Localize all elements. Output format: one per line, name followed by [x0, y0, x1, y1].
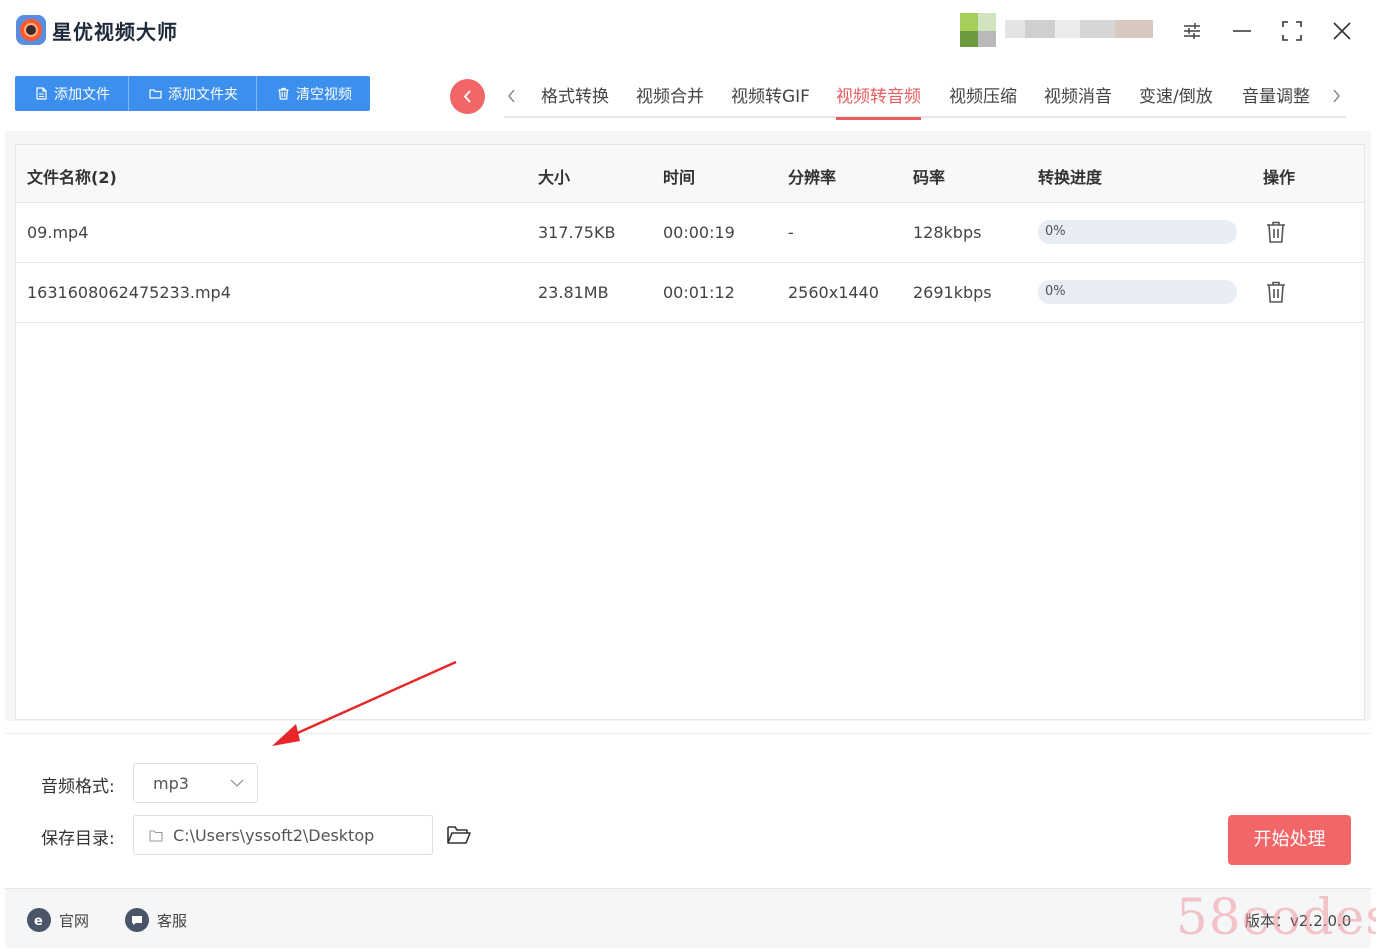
- tab-speed-reverse[interactable]: 变速/倒放: [1139, 82, 1213, 118]
- tab-video-compress[interactable]: 视频压缩: [949, 82, 1017, 118]
- progress-bar: 0%: [1038, 280, 1237, 304]
- cell-duration: 00:01:12: [663, 283, 735, 302]
- header-bitrate: 码率: [913, 168, 946, 187]
- start-processing-button[interactable]: 开始处理: [1228, 815, 1351, 865]
- header-time: 时间: [663, 168, 696, 187]
- tab-video-merge[interactable]: 视频合并: [636, 82, 704, 118]
- tabs-scroll-right[interactable]: [1332, 84, 1346, 108]
- header-filename: 文件名称(2): [27, 168, 117, 187]
- svg-text:e: e: [34, 914, 43, 929]
- cell-bitrate: 2691kbps: [913, 283, 992, 302]
- ie-browser-icon: e: [27, 908, 51, 932]
- cell-size: 23.81MB: [538, 283, 609, 302]
- audio-format-value: mp3: [153, 774, 189, 793]
- website-link[interactable]: e 官网: [27, 906, 89, 934]
- tabs-scroll-left[interactable]: [506, 84, 520, 108]
- settings-sliders-icon[interactable]: [1175, 14, 1209, 48]
- tab-volume-adjust[interactable]: 音量调整: [1242, 82, 1310, 118]
- folder-icon: [149, 89, 162, 99]
- tab-video-to-gif[interactable]: 视频转GIF: [731, 82, 810, 118]
- audio-format-label: 音频格式:: [41, 777, 115, 797]
- table-header: 文件名称(2) 大小 时间 分辨率 码率 转换进度 操作: [16, 145, 1364, 203]
- header-progress: 转换进度: [1038, 168, 1103, 187]
- save-dir-label: 保存目录:: [41, 829, 115, 849]
- progress-text: 0%: [1045, 284, 1066, 299]
- cell-resolution: 2560x1440: [788, 283, 879, 302]
- chevron-left-icon: [463, 90, 471, 103]
- website-label: 官网: [59, 911, 90, 930]
- cell-bitrate: 128kbps: [913, 223, 982, 242]
- delete-icon[interactable]: [1264, 220, 1288, 244]
- app-logo-icon: [16, 15, 46, 45]
- cell-size: 317.75KB: [538, 223, 616, 242]
- add-file-label: 添加文件: [54, 86, 110, 103]
- add-file-button[interactable]: 添加文件: [15, 76, 129, 111]
- progress-text: 0%: [1045, 224, 1066, 239]
- trash-icon: [278, 87, 289, 100]
- chevron-down-icon: [230, 779, 244, 787]
- delete-icon[interactable]: [1264, 280, 1288, 304]
- file-toolbar: 添加文件 添加文件夹 清空视频: [15, 76, 370, 111]
- header-resolution: 分辨率: [788, 168, 837, 187]
- table-row[interactable]: 09.mp4 317.75KB 00:00:19 - 128kbps 0%: [16, 203, 1364, 263]
- header-actions: 操作: [1263, 168, 1296, 187]
- open-folder-icon[interactable]: [446, 823, 472, 847]
- footer-bar: [5, 888, 1371, 948]
- title-bar: 星优视频大师: [0, 0, 1376, 62]
- add-folder-label: 添加文件夹: [168, 86, 238, 103]
- clear-videos-label: 清空视频: [296, 86, 352, 103]
- app-title: 星优视频大师: [52, 20, 178, 44]
- progress-bar: 0%: [1038, 220, 1237, 244]
- cell-duration: 00:00:19: [663, 223, 735, 242]
- cell-resolution: -: [788, 223, 794, 242]
- support-label: 客服: [157, 911, 188, 930]
- tab-video-mute[interactable]: 视频消音: [1044, 82, 1112, 118]
- close-button[interactable]: [1325, 14, 1359, 48]
- version-label: 版本：v2.2.0.0: [1245, 912, 1352, 930]
- add-folder-button[interactable]: 添加文件夹: [129, 76, 257, 111]
- save-dir-value: C:\Users\yssoft2\Desktop: [173, 826, 375, 845]
- chevron-right-icon: [1333, 89, 1340, 103]
- maximize-button[interactable]: [1275, 14, 1309, 48]
- settings-panel: [5, 733, 1371, 885]
- file-icon: [36, 87, 47, 100]
- tab-format-convert[interactable]: 格式转换: [541, 82, 609, 118]
- chat-bubble-icon: [125, 908, 149, 932]
- clear-videos-button[interactable]: 清空视频: [257, 76, 370, 111]
- chevron-left-icon: [508, 89, 515, 103]
- file-table: 文件名称(2) 大小 时间 分辨率 码率 转换进度 操作 09.mp4 317.…: [15, 144, 1365, 720]
- cell-filename: 1631608062475233.mp4: [27, 283, 231, 302]
- minimize-button[interactable]: [1225, 14, 1259, 48]
- audio-format-select[interactable]: mp3: [133, 763, 258, 803]
- tab-video-to-audio[interactable]: 视频转音频: [836, 82, 921, 120]
- save-dir-input[interactable]: C:\Users\yssoft2\Desktop: [133, 815, 433, 855]
- cell-filename: 09.mp4: [27, 223, 89, 242]
- header-size: 大小: [538, 168, 571, 187]
- tabs-baseline: [504, 116, 1346, 118]
- folder-icon: [149, 830, 163, 842]
- user-avatar[interactable]: [960, 13, 998, 47]
- user-name-pixelated: [1005, 20, 1153, 38]
- back-button[interactable]: [450, 79, 485, 114]
- table-row[interactable]: 1631608062475233.mp4 23.81MB 00:01:12 25…: [16, 263, 1364, 323]
- support-link[interactable]: 客服: [125, 906, 187, 934]
